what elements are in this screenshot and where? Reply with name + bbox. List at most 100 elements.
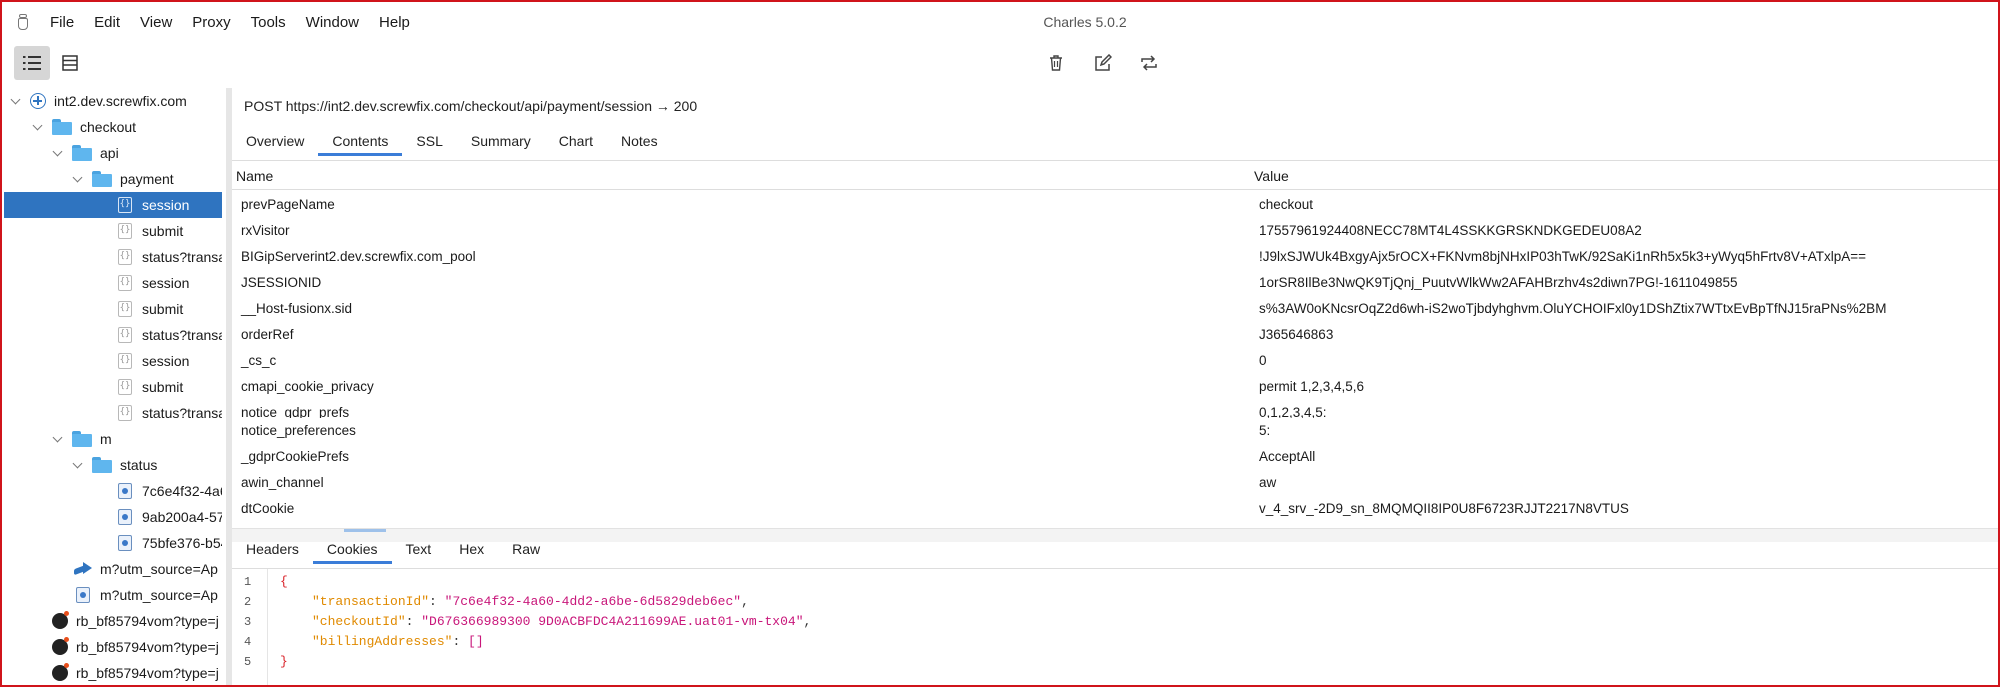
tree-item-label: rb_bf85794vom?type=j <box>76 613 219 629</box>
chevron-down-icon[interactable] <box>72 173 84 185</box>
json-comma: , <box>741 594 749 609</box>
table-row[interactable]: notice_gdpr_prefs 0,1,2,3,4,5: <box>232 400 1998 418</box>
document-icon: {} <box>118 249 132 265</box>
tree-folder-item[interactable]: status <box>4 452 222 478</box>
tree-folder-item[interactable]: checkout <box>4 114 222 140</box>
menu-edit[interactable]: Edit <box>84 14 130 31</box>
cookie-name: notice_preferences <box>241 423 356 438</box>
sequence-view-button[interactable] <box>52 46 88 80</box>
menu-proxy[interactable]: Proxy <box>182 14 240 31</box>
tree-host-item[interactable]: int2.dev.screwfix.com <box>4 88 222 114</box>
tree-folder-item[interactable]: api <box>4 140 222 166</box>
table-row[interactable]: awin_channel aw <box>232 470 1998 496</box>
split-grip[interactable] <box>344 529 386 532</box>
tree-request-item[interactable]: rb_bf85794vom?type=j <box>4 660 222 685</box>
tree-item-label: 75bfe376-b54 <box>142 535 222 551</box>
table-row[interactable]: cmapi_cookie_privacy permit 1,2,3,4,5,6 <box>232 374 1998 400</box>
tree-request-item[interactable]: 7c6e4f32-4a6 <box>4 478 222 504</box>
repeat-button[interactable] <box>1135 50 1163 76</box>
chevron-down-icon[interactable] <box>32 121 44 133</box>
edit-icon <box>1095 54 1112 71</box>
menu-tools[interactable]: Tools <box>241 14 296 31</box>
document-icon: {} <box>118 197 132 213</box>
gear-document-icon <box>118 509 132 525</box>
tree-item-label: m?utm_source=Ap <box>100 561 218 577</box>
bomb-icon <box>52 637 69 655</box>
tab-ssl[interactable]: SSL <box>402 126 456 156</box>
tree-request-item[interactable]: rb_bf85794vom?type=j <box>4 608 222 634</box>
document-icon: {} <box>118 353 132 369</box>
tab-headers[interactable]: Headers <box>232 534 313 564</box>
json-string-value: "7c6e4f32-4a60-4dd2-a6be-6d5829deb6ec" <box>444 594 742 609</box>
menu-view[interactable]: View <box>130 14 182 31</box>
tab-summary[interactable]: Summary <box>457 126 545 156</box>
tree-item-label: m <box>100 431 112 447</box>
tree-request-item[interactable]: {} status?transa <box>4 400 222 426</box>
chevron-down-icon[interactable] <box>72 459 84 471</box>
tree-folder-item[interactable]: payment <box>4 166 222 192</box>
tree-request-item[interactable]: {} session <box>4 270 222 296</box>
redirect-icon <box>74 562 92 576</box>
tree-item-label: rb_bf85794vom?type=j <box>76 639 219 655</box>
tree-request-item[interactable]: {} session <box>4 348 222 374</box>
cookie-name: prevPageName <box>241 197 335 212</box>
table-row[interactable]: dtCookie v_4_srv_-2D9_sn_8MQMQII8IP0U8F67… <box>232 496 1998 522</box>
document-icon: {} <box>118 379 132 395</box>
tree-request-item[interactable]: 75bfe376-b54 <box>4 530 222 556</box>
chevron-down-icon[interactable] <box>10 95 22 107</box>
chevron-down-icon[interactable] <box>52 147 64 159</box>
table-row[interactable]: __Host-fusionx.sid s%3AW0oKNcsrOqZ2d6wh-i… <box>232 296 1998 322</box>
code-line: { <box>280 574 288 589</box>
tab-hex[interactable]: Hex <box>445 534 498 564</box>
table-row[interactable]: notice_preferences 5: <box>232 418 1998 444</box>
tab-cookies[interactable]: Cookies <box>312 534 392 564</box>
tab-notes[interactable]: Notes <box>607 126 672 156</box>
host-icon <box>30 93 46 109</box>
document-icon: {} <box>118 223 132 239</box>
tree-item-label: 9ab200a4-57 <box>142 509 222 525</box>
json-body-viewer[interactable]: 1 2 3 4 5 { "transactionId": "7c6e4f32-4… <box>232 568 1998 685</box>
tree-request-item[interactable]: {} submit <box>4 296 222 322</box>
tab-chart[interactable]: Chart <box>545 126 607 156</box>
line-number-gutter: 1 2 3 4 5 <box>232 569 268 685</box>
cookie-name: cmapi_cookie_privacy <box>241 379 374 394</box>
menu-file[interactable]: File <box>50 14 84 31</box>
table-row[interactable]: prevPageName checkout <box>232 192 1998 218</box>
menu-window[interactable]: Window <box>296 14 369 31</box>
chevron-down-icon[interactable] <box>52 433 64 445</box>
column-header-name[interactable]: Name <box>236 168 273 184</box>
tree-request-item[interactable]: {} status?transa <box>4 322 222 348</box>
column-header-value[interactable]: Value <box>1254 168 1289 184</box>
request-tree: int2.dev.screwfix.com checkout api payme… <box>4 88 222 685</box>
compose-button[interactable] <box>1089 50 1117 76</box>
tab-contents[interactable]: Contents <box>318 126 403 156</box>
tree-request-item[interactable]: 9ab200a4-57 <box>4 504 222 530</box>
table-row[interactable]: _gdprCookiePrefs AcceptAll <box>232 444 1998 470</box>
structure-view-button[interactable] <box>14 46 50 80</box>
tree-item-label: submit <box>142 379 184 395</box>
table-row[interactable]: BIGipServerint2.dev.screwfix.com_pool !J9… <box>232 244 1998 270</box>
table-row[interactable]: rxVisitor 17557961924408NECC78MT4L4SSKKGR… <box>232 218 1998 244</box>
table-row[interactable]: _cs_c 0 <box>232 348 1998 374</box>
tree-folder-item[interactable]: m <box>4 426 222 452</box>
cookie-value: permit 1,2,3,4,5,6 <box>1259 379 1365 394</box>
tree-request-item[interactable]: m?utm_source=Ap <box>4 556 222 582</box>
tree-request-item[interactable]: {} submit <box>4 374 222 400</box>
json-key: "transactionId" <box>312 594 430 609</box>
tree-item-label: status?transa <box>142 327 222 343</box>
tab-raw[interactable]: Raw <box>498 534 554 564</box>
tab-text[interactable]: Text <box>392 534 446 564</box>
table-row[interactable]: orderRef J365646863 <box>232 322 1998 348</box>
clear-session-button[interactable] <box>1042 50 1070 76</box>
tree-request-item[interactable]: {} session <box>4 192 222 218</box>
cookie-name: _gdprCookiePrefs <box>241 449 350 464</box>
tree-request-item[interactable]: {} status?transa <box>4 244 222 270</box>
table-row[interactable]: JSESSIONID 1orSR8IlBe3NwQK9TjQnj_PuutvWlk… <box>232 270 1998 296</box>
tab-overview[interactable]: Overview <box>232 126 318 156</box>
gear-document-icon <box>118 535 132 551</box>
tree-request-item[interactable]: m?utm_source=Ap <box>4 582 222 608</box>
folder-icon <box>72 431 92 447</box>
menu-help[interactable]: Help <box>369 14 420 31</box>
tree-request-item[interactable]: {} submit <box>4 218 222 244</box>
tree-request-item[interactable]: rb_bf85794vom?type=j <box>4 634 222 660</box>
